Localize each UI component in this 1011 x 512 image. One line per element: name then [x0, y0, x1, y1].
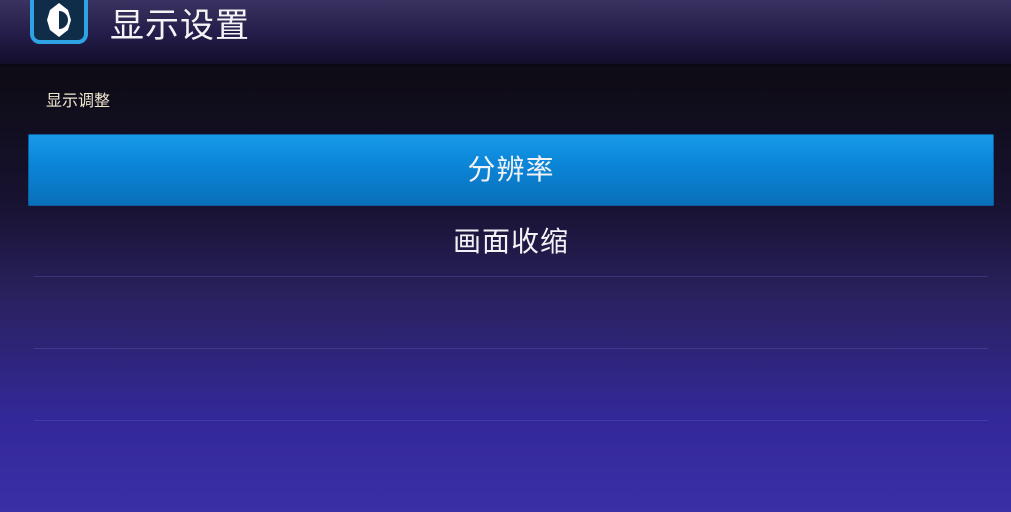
display-settings-icon [30, 0, 88, 44]
brightness-icon [47, 3, 71, 37]
display-settings-screen: 显示设置 显示调整 分辨率 画面收缩 [0, 0, 1011, 512]
title-bar: 显示设置 [0, 0, 1011, 66]
menu-item-screen-zoom[interactable]: 画面收缩 [28, 206, 994, 278]
list-divider [34, 420, 988, 421]
list-divider [34, 276, 988, 277]
section-label: 显示调整 [46, 91, 111, 110]
list-divider [34, 348, 988, 349]
page-title: 显示设置 [110, 6, 250, 46]
menu-item-resolution[interactable]: 分辨率 [28, 134, 994, 206]
